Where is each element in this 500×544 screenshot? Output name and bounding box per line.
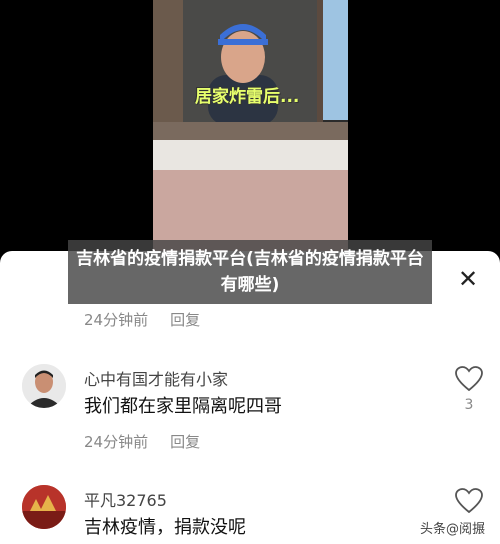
avatar[interactable] bbox=[22, 485, 66, 529]
user-avatar-icon bbox=[22, 485, 66, 529]
comment-text: 我们都在家里隔离呢四哥 bbox=[84, 396, 282, 417]
comment-time: 24分钟前 bbox=[84, 433, 149, 451]
comment-text: 吉林疫情，捐款没呢 bbox=[84, 517, 246, 538]
comment-time: 24分钟前 bbox=[84, 311, 149, 329]
video-player[interactable]: 居家炸雷后... bbox=[153, 0, 348, 260]
article-title-overlay: 吉林省的疫情捐款平台(吉林省的疫情捐款平台有哪些) bbox=[68, 240, 432, 304]
comment-meta: 24分钟前 回复 bbox=[84, 431, 200, 452]
like-count: 3 bbox=[464, 397, 474, 413]
comment-username[interactable]: 心中有国才能有小家 bbox=[84, 366, 228, 390]
window-sky bbox=[323, 0, 348, 120]
heart-icon[interactable] bbox=[455, 488, 483, 514]
heart-icon[interactable] bbox=[455, 366, 483, 392]
reply-button[interactable]: 回复 bbox=[170, 311, 200, 329]
window-sill bbox=[153, 122, 348, 140]
comment-username[interactable]: 平凡32765 bbox=[84, 487, 167, 511]
reply-button[interactable]: 回复 bbox=[170, 433, 200, 451]
comment-meta: 24分钟前 回复 bbox=[84, 309, 200, 330]
user-avatar-icon bbox=[22, 364, 66, 408]
wall-ledge bbox=[153, 140, 348, 170]
close-icon[interactable]: ✕ bbox=[455, 266, 481, 292]
window-frame bbox=[153, 0, 183, 130]
avatar[interactable] bbox=[22, 364, 66, 408]
video-caption: 居家炸雷后... bbox=[195, 87, 300, 107]
person-figure bbox=[208, 24, 278, 125]
watermark: 头条@阅搌 bbox=[420, 522, 486, 537]
